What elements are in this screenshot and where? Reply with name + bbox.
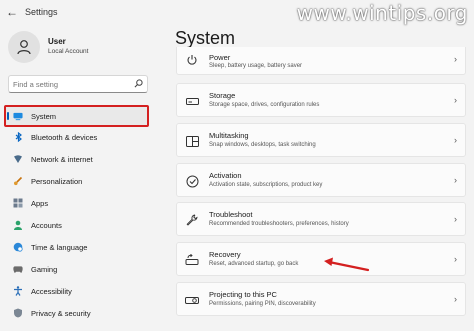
- bluetooth-icon: [13, 132, 23, 142]
- chevron-right-icon: ›: [454, 254, 457, 264]
- gamepad-icon: [13, 264, 23, 274]
- sidebar-item-label: Network & internet: [31, 154, 93, 164]
- sidebar-item-accessibility[interactable]: Accessibility: [6, 281, 148, 301]
- sidebar-item-gaming[interactable]: Gaming: [6, 259, 148, 279]
- card-title: Multitasking: [209, 131, 249, 140]
- back-arrow-icon[interactable]: ←: [6, 5, 18, 19]
- card-title: Projecting to this PC: [209, 290, 277, 299]
- sidebar-item-label: Gaming: [31, 264, 58, 274]
- card-multitasking[interactable]: Multitasking Snap windows, desktops, tas…: [176, 123, 466, 157]
- card-title: Power: [209, 53, 231, 62]
- card-storage[interactable]: Storage Storage space, drives, configura…: [176, 83, 466, 117]
- annotation-arrow-icon: [324, 257, 370, 272]
- search-box[interactable]: [8, 75, 148, 93]
- shield-icon: [13, 308, 23, 318]
- storage-icon: [185, 94, 199, 108]
- card-subtitle: Snap windows, desktops, task switching: [209, 142, 316, 148]
- card-subtitle: Sleep, battery usage, battery saver: [209, 63, 303, 69]
- sidebar-item-label: Time & language: [31, 242, 88, 252]
- card-title: Recovery: [209, 250, 241, 259]
- user-account-type: Local Account: [48, 48, 89, 55]
- chevron-right-icon: ›: [454, 135, 457, 145]
- chevron-right-icon: ›: [454, 54, 457, 64]
- wrench-icon: [185, 213, 199, 227]
- sidebar-item-privacy-security[interactable]: Privacy & security: [6, 303, 148, 323]
- sidebar-item-label: System: [31, 111, 57, 121]
- card-power[interactable]: Power Sleep, battery usage, battery save…: [176, 47, 466, 75]
- sidebar-item-label: Accessibility: [31, 286, 72, 296]
- card-title: Troubleshoot: [209, 210, 253, 219]
- sidebar-item-personalization[interactable]: Personalization: [6, 171, 148, 191]
- card-subtitle: Reset, advanced startup, go back: [209, 261, 299, 267]
- card-troubleshoot[interactable]: Troubleshoot Recommended troubleshooters…: [176, 202, 466, 236]
- card-projecting[interactable]: Projecting to this PC Permissions, pairi…: [176, 282, 466, 316]
- power-icon: [185, 53, 199, 67]
- chevron-right-icon: ›: [454, 175, 457, 185]
- person-icon: [17, 40, 31, 55]
- sidebar-item-label: Personalization: [31, 176, 83, 186]
- search-icon[interactable]: [134, 79, 143, 88]
- sidebar-item-label: Privacy & security: [31, 308, 91, 318]
- page-title: System: [175, 28, 236, 48]
- search-input[interactable]: [13, 78, 133, 90]
- globe-clock-icon: [13, 242, 23, 252]
- brush-icon: [13, 176, 23, 186]
- card-activation[interactable]: Activation Activation state, subscriptio…: [176, 163, 466, 197]
- accessibility-icon: [13, 286, 23, 296]
- projector-icon: [185, 293, 199, 307]
- person-icon: [13, 220, 23, 230]
- window-title: Settings: [25, 7, 58, 17]
- monitor-icon: [13, 111, 23, 121]
- card-subtitle: Activation state, subscriptions, product…: [209, 182, 323, 188]
- wifi-icon: [13, 154, 23, 164]
- sidebar-item-network[interactable]: Network & internet: [6, 149, 148, 169]
- apps-icon: [13, 198, 23, 208]
- sidebar-item-time-language[interactable]: Time & language: [6, 237, 148, 257]
- user-name: User: [48, 37, 66, 46]
- card-subtitle: Permissions, pairing PIN, discoverabilit…: [209, 301, 316, 307]
- sidebar-item-accounts[interactable]: Accounts: [6, 215, 148, 235]
- card-title: Activation: [209, 171, 242, 180]
- selection-indicator: [7, 112, 9, 120]
- sidebar-item-label: Accounts: [31, 220, 62, 230]
- sidebar-item-apps[interactable]: Apps: [6, 193, 148, 213]
- card-title: Storage: [209, 91, 236, 100]
- avatar[interactable]: [8, 31, 40, 63]
- sidebar-item-system[interactable]: System: [4, 105, 149, 127]
- sidebar-item-label: Apps: [31, 198, 49, 208]
- card-subtitle: Recommended troubleshooters, preferences…: [209, 221, 349, 227]
- sidebar-item-label: Bluetooth & devices: [31, 132, 98, 142]
- check-circle-icon: [185, 174, 199, 188]
- chevron-right-icon: ›: [454, 95, 457, 105]
- multitasking-icon: [185, 134, 199, 148]
- watermark: www.wintips.org: [296, 1, 468, 25]
- recovery-icon: [185, 253, 199, 267]
- card-subtitle: Storage space, drives, configuration rul…: [209, 102, 320, 108]
- sidebar-item-bluetooth[interactable]: Bluetooth & devices: [6, 127, 148, 147]
- chevron-right-icon: ›: [454, 214, 457, 224]
- chevron-right-icon: ›: [454, 294, 457, 304]
